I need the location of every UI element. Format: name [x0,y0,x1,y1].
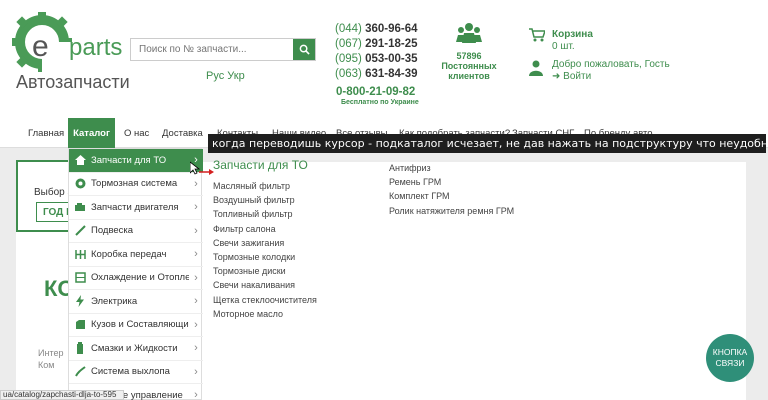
catalog-item-label: Запчасти для ТО [91,154,167,166]
submenu-item[interactable]: Воздушный фильтр [213,193,317,207]
catalog-item-suspension[interactable]: Подвеска › [69,220,203,243]
chevron-right-icon: › [194,365,198,378]
submenu-item[interactable]: Антифриз [389,161,514,175]
search-icon [299,44,310,55]
nav-home[interactable]: Главная [28,128,64,139]
catalog-item-brakes[interactable]: Тормозная система › [69,173,203,196]
submenu-item[interactable]: Топливный фильтр [213,207,317,221]
search-bar [130,38,316,61]
phone-line[interactable]: (063) 631-84-39 [335,67,418,82]
logo-parts-text: parts [69,34,123,61]
lightning-icon [69,295,91,308]
free-phone[interactable]: 0-800-21-09-82 [336,86,415,98]
language-switcher[interactable]: Рус Укр [206,70,245,82]
catalog-dropdown: Запчасти для ТО › Тормозная система › Запч… [68,148,203,400]
clients-icon [456,23,482,43]
phone-list: (044) 360-96-64 (067) 291-18-25 (095) 05… [335,22,418,82]
login-label: Войти [563,71,592,82]
chevron-right-icon: › [194,342,198,355]
phone-line[interactable]: (044) 360-96-64 [335,22,418,37]
annotation-banner: когда переводишь курсор - подкаталог исч… [208,134,766,153]
oil-icon [69,342,91,355]
catalog-item-body[interactable]: Кузов и Составляющие › [69,314,203,337]
engine-icon [69,202,91,212]
breadcrumb[interactable]: Ком [38,360,54,370]
catalog-item-label: Система выхлопа [91,366,170,378]
submenu-item[interactable]: Масляный фильтр [213,179,317,193]
catalog-item-label: Электрика [91,295,138,307]
nav-delivery[interactable]: Доставка [162,128,203,139]
svg-text:e: e [32,30,49,63]
catalog-item-label: Смазки и Жидкости [91,342,178,354]
catalog-item-label: Охлаждение и Отопление [91,272,189,284]
chevron-right-icon: › [194,224,198,237]
phone-line[interactable]: (067) 291-18-25 [335,37,418,52]
catalog-item-engine[interactable]: Запчасти двигателя › [69,196,203,220]
login-icon: ➜ [552,71,561,82]
catalog-item-exhaust[interactable]: Система выхлопа › [69,361,203,384]
contact-button[interactable]: КНОПКА СВЯЗИ [706,334,754,382]
phone-line[interactable]: (095) 053-00-35 [335,52,418,67]
submenu-item[interactable]: Моторное масло [213,307,317,321]
nav-about[interactable]: О нас [124,128,149,139]
chevron-right-icon: › [194,389,198,400]
logo-subtitle: Автозапчасти [16,72,130,92]
cart-link[interactable]: Корзина [552,29,593,40]
brake-icon [69,178,91,189]
submenu-item[interactable]: Фильтр салона [213,222,317,236]
submenu-item[interactable]: Свечи зажигания [213,236,317,250]
cart-icon[interactable] [529,28,545,42]
catalog-item-cooling[interactable]: Охлаждение и Отопление › [69,267,203,290]
catalog-item-fluids[interactable]: Смазки и Жидкости › [69,337,203,361]
submenu-item[interactable]: Комплект ГРМ [389,189,514,203]
status-bar-url: ua/catalog/zapchasti-dlja-to-595 [0,390,124,400]
catalog-item-label: Подвеска [91,225,134,237]
breadcrumb[interactable]: Интер [38,348,63,358]
clients-block: 57896 Постоянных клиентов [440,22,498,81]
search-button[interactable] [293,39,315,60]
submenu-item[interactable]: Ролик натяжителя ремня ГРМ [389,204,514,218]
exhaust-icon [69,366,91,377]
clients-count: 57896 [456,51,482,61]
catalog-item-label: Коробка передач [91,248,167,260]
gearbox-icon [69,249,91,260]
cart-count: 0 шт. [552,41,575,52]
nav-catalog[interactable]: Каталог [68,118,115,148]
gear-logo-icon: e [12,12,74,74]
submenu-column-1: Масляный фильтр Воздушный фильтр Топливн… [213,179,317,321]
free-phone-note: Бесплатно по Украине [341,99,419,106]
catalog-item-label: Запчасти двигателя [91,201,179,213]
body-icon [69,319,91,330]
chevron-right-icon: › [194,318,198,331]
chevron-right-icon: › [194,201,198,214]
submenu-column-2: Антифриз Ремень ГРМ Комплект ГРМ Ролик н… [389,161,514,218]
submenu-title[interactable]: Запчасти для ТО [213,158,308,172]
submenu-item[interactable]: Тормозные диски [213,264,317,278]
chevron-right-icon: › [194,295,198,308]
catalog-item-maintenance[interactable]: Запчасти для ТО › [69,149,203,173]
clients-label: Постоянных клиентов [441,61,497,81]
submenu-item[interactable]: Тормозные колодки [213,250,317,264]
submenu-item[interactable]: Ремень ГРМ [389,175,514,189]
suspension-icon [69,225,91,236]
submenu-item[interactable]: Щетка стеклоочистителя [213,293,317,307]
catalog-item-label: Тормозная система [91,178,178,190]
login-link[interactable]: ➜ Войти [552,71,591,82]
cooling-icon [69,272,91,283]
chevron-right-icon: › [194,271,198,284]
catalog-item-electrics[interactable]: Электрика › [69,290,203,314]
catalog-item-label: Кузов и Составляющие [91,319,189,331]
chevron-right-icon: › [194,248,198,261]
logo[interactable]: e parts Автозапчасти [12,12,130,92]
catalog-item-gearbox[interactable]: Коробка передач › [69,243,203,267]
year-select[interactable]: ГОД В [36,202,72,222]
submenu-item[interactable]: Свечи накаливания [213,278,317,292]
user-icon [529,60,543,76]
welcome-text: Добро пожаловать, Гость [552,59,670,70]
home-icon [69,155,91,166]
search-input[interactable] [131,39,293,60]
